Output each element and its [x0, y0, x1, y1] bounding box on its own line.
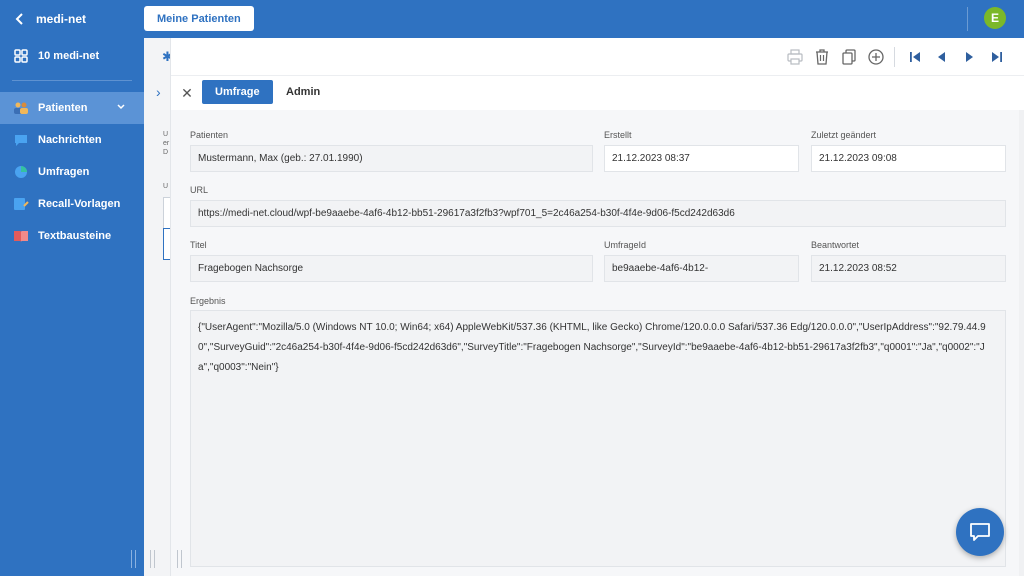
divider	[967, 7, 968, 31]
sidebar-divider	[12, 80, 132, 81]
toolbar	[171, 38, 1024, 76]
patienten-field[interactable]: Mustermann, Max (geb.: 27.01.1990)	[190, 145, 593, 172]
detail-tabs: ✕ Umfrage Admin	[171, 78, 1024, 108]
titel-field[interactable]: Fragebogen Nachsorge	[190, 255, 593, 282]
panel-resize-handle[interactable]	[177, 550, 182, 568]
background-text: U er D	[163, 131, 170, 156]
copy-button[interactable]	[839, 47, 859, 67]
last-page-button[interactable]	[987, 47, 1007, 67]
sidebar: 10 medi-net Patienten Nachrichten Umfrag…	[0, 38, 144, 576]
avatar[interactable]: E	[984, 7, 1006, 29]
titel-label: Titel	[190, 240, 207, 250]
survey-pie-icon	[15, 166, 27, 178]
scrollbar[interactable]	[1019, 110, 1024, 576]
back-button[interactable]: medi-net	[14, 9, 104, 29]
sidebar-item-patienten[interactable]: Patienten	[0, 92, 144, 124]
erstellt-field[interactable]: 21.12.2023 08:37	[604, 145, 799, 172]
chevron-right-icon[interactable]: ›	[156, 84, 161, 100]
beantwortet-field[interactable]: 21.12.2023 08:52	[811, 255, 1006, 282]
next-button[interactable]	[959, 47, 979, 67]
page-resize-handle[interactable]	[150, 550, 155, 568]
survey-form: Patienten Mustermann, Max (geb.: 27.01.1…	[171, 110, 1024, 576]
zuletzt-geaendert-field[interactable]: 21.12.2023 09:08	[811, 145, 1006, 172]
print-icon	[787, 49, 803, 65]
copy-icon	[842, 49, 856, 65]
add-button[interactable]	[866, 47, 886, 67]
patients-icon	[14, 102, 28, 114]
grid-icon	[14, 49, 28, 63]
chevron-left-icon	[15, 13, 23, 25]
prev-button[interactable]	[932, 47, 952, 67]
prev-icon	[938, 52, 945, 62]
app-switcher[interactable]: 10 medi-net	[14, 46, 99, 66]
url-field[interactable]: https://medi-net.cloud/wpf-be9aaebe-4af6…	[190, 200, 1006, 227]
close-icon[interactable]: ✕	[179, 85, 195, 101]
sidebar-item-textbausteine[interactable]: Textbausteine	[0, 220, 144, 252]
first-page-icon	[910, 52, 920, 62]
beantwortet-label: Beantwortet	[811, 240, 860, 250]
sidebar-item-nachrichten[interactable]: Nachrichten	[0, 124, 144, 156]
next-icon	[966, 52, 973, 62]
message-icon	[15, 135, 27, 146]
last-page-icon	[992, 52, 1002, 62]
sidebar-nav: Patienten Nachrichten Umfragen Recall-Vo…	[0, 92, 144, 252]
detail-panel: ✕ Umfrage Admin Patienten Mustermann, Ma…	[170, 38, 1024, 576]
add-circle-icon	[868, 49, 884, 65]
sidebar-item-label: Umfragen	[38, 166, 90, 178]
umfrageid-field[interactable]: be9aaebe-4af6-4b12-	[604, 255, 799, 282]
ergebnis-textarea[interactable]: {"UserAgent":"Mozilla/5.0 (Windows NT 10…	[190, 310, 1006, 567]
tab-umfrage[interactable]: Umfrage	[202, 80, 273, 104]
app-label: 10 medi-net	[38, 50, 100, 62]
back-label: medi-net	[36, 12, 87, 26]
sidebar-item-umfragen[interactable]: Umfragen	[0, 156, 144, 188]
chevron-down-icon	[117, 104, 125, 110]
recall-template-icon	[14, 198, 29, 210]
first-page-button[interactable]	[905, 47, 925, 67]
chat-button[interactable]	[956, 508, 1004, 556]
url-label: URL	[190, 185, 209, 195]
sidebar-item-label: Recall-Vorlagen	[38, 198, 121, 210]
erstellt-label: Erstellt	[604, 130, 632, 140]
patienten-label: Patienten	[190, 130, 229, 140]
trash-icon	[816, 49, 828, 65]
sidebar-resize-handle[interactable]	[131, 550, 136, 568]
sidebar-item-recall-vorlagen[interactable]: Recall-Vorlagen	[0, 188, 144, 220]
sidebar-item-label: Textbausteine	[38, 230, 112, 242]
tab-meine-patienten[interactable]: Meine Patienten	[144, 6, 254, 31]
top-bar: medi-net Meine Patienten E	[0, 0, 1024, 38]
toolbar-divider	[894, 47, 895, 67]
sidebar-item-label: Patienten	[38, 102, 88, 114]
delete-button[interactable]	[812, 47, 832, 67]
tab-admin[interactable]: Admin	[273, 80, 333, 104]
chat-icon	[970, 523, 990, 541]
print-button[interactable]	[785, 47, 805, 67]
background-label: U	[163, 183, 169, 190]
zuletzt-geaendert-label: Zuletzt geändert	[811, 130, 877, 140]
book-icon	[14, 231, 28, 242]
sidebar-item-label: Nachrichten	[38, 134, 102, 146]
ergebnis-label: Ergebnis	[190, 296, 226, 306]
umfrageid-label: UmfrageId	[604, 240, 647, 250]
